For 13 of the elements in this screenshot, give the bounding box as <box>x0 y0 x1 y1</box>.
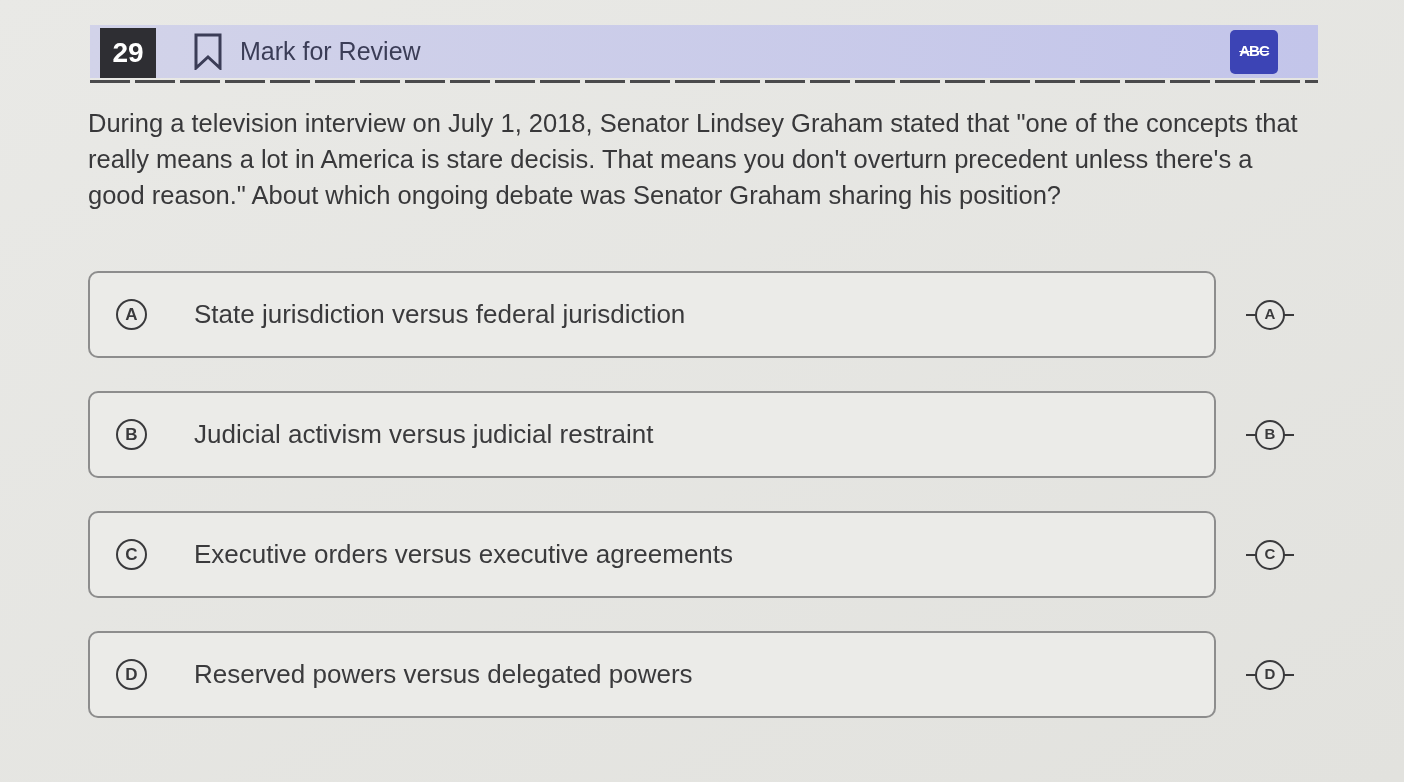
answer-choice[interactable]: C Executive orders versus executive agreements <box>88 511 1216 598</box>
choice-letter: A <box>116 299 147 330</box>
answer-choice[interactable]: D Reserved powers versus delegated powers <box>88 631 1216 718</box>
choice-letter: D <box>116 659 147 690</box>
answer-choice[interactable]: B Judicial activism versus judicial restraint <box>88 391 1216 478</box>
choice-letter: B <box>116 419 147 450</box>
mark-for-review-button[interactable]: Mark for Review <box>194 29 421 74</box>
question-number: 29 <box>100 28 156 78</box>
bookmark-icon <box>194 33 222 70</box>
eliminator-tool-button[interactable]: ABC <box>1230 29 1278 74</box>
answer-choice[interactable]: A State jurisdiction versus federal jurisdiction <box>88 271 1216 358</box>
question-text: During a television interview on July 1, 2018, Senator Lindsey Graham stated that "one of the concepts that really means a lot in America is stare decisis. That means you don't overturn precedent unless there's a good reason." About which ongoing debate was Senator Graham sharing his position? <box>88 108 1299 211</box>
choice-letter: C <box>116 539 147 570</box>
